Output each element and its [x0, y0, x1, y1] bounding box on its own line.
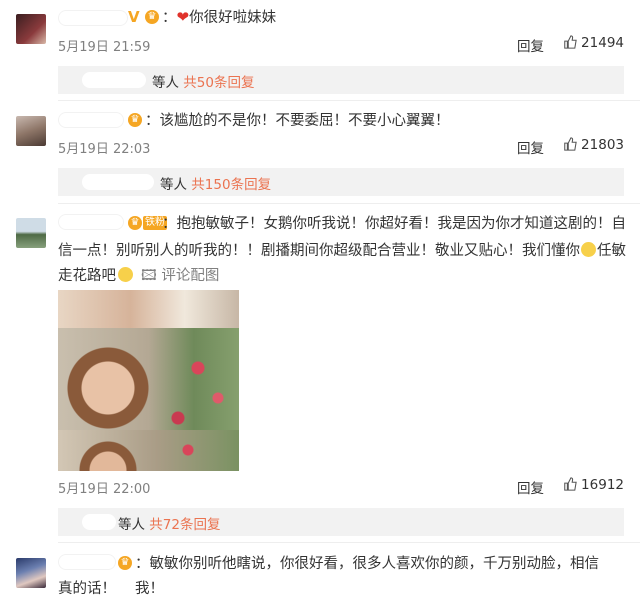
- sub-replies-summary: 等人 共50条回复: [152, 75, 255, 91]
- view-replies-link[interactable]: 共150条回复: [191, 177, 271, 193]
- username[interactable]: [58, 554, 116, 570]
- view-replies-link[interactable]: 共72条回复: [149, 517, 220, 533]
- comment-date: 5月19日 22:03: [58, 142, 151, 157]
- divider: [58, 100, 640, 101]
- verified-icon: V: [128, 8, 140, 26]
- photo-strip-bottom: [58, 430, 239, 471]
- username[interactable]: [58, 112, 124, 128]
- sub-replies-summary: 等人 共72条回复: [118, 517, 221, 533]
- avatar[interactable]: [16, 558, 46, 588]
- sub-reply-usernames: [82, 514, 116, 530]
- reply-button[interactable]: 回复: [517, 137, 544, 157]
- member-crown-icon: ♛: [145, 10, 159, 24]
- like-count: 21494: [581, 35, 624, 51]
- member-crown-icon: ♛: [128, 113, 142, 127]
- image-icon: 🖾: [141, 268, 157, 284]
- photo-strip-middle: [58, 328, 239, 430]
- heart-icon: ❤: [176, 8, 190, 26]
- like-button[interactable]: 21494: [563, 35, 624, 51]
- sub-replies-summary: 等人 共150条回复: [160, 177, 272, 193]
- avatar[interactable]: [16, 218, 46, 248]
- like-button[interactable]: 21803: [563, 137, 624, 153]
- reply-button[interactable]: 回复: [517, 35, 544, 55]
- sub-replies-bar[interactable]: 等人 共50条回复: [58, 66, 624, 94]
- sub-replies-bar[interactable]: 等人 共72条回复: [58, 508, 624, 536]
- comment-text-line2: 信一点！别听别人的听我的！！剧播期间你超级配合营业！敬业又贴心！我们懂你 任敏: [58, 242, 626, 259]
- username[interactable]: [58, 214, 124, 230]
- avatar[interactable]: [16, 14, 46, 44]
- comment-date: 5月19日 22:00: [58, 482, 151, 497]
- sub-replies-bar[interactable]: 等人 共150条回复: [58, 168, 624, 196]
- comment-text: ：抱抱敏敏子！女鹅你听我说！你超好看！我是因为你才知道这剧的！自: [162, 216, 626, 232]
- comment-image-link[interactable]: 🖾 评论配图: [141, 268, 219, 284]
- username[interactable]: [58, 10, 128, 26]
- divider: [58, 542, 640, 543]
- thumbs-up-icon: [564, 35, 577, 49]
- comment-text: ：该尴尬的不是你！不要委屈！不要小心翼翼！: [145, 113, 450, 129]
- reply-button[interactable]: 回复: [517, 477, 544, 497]
- like-count: 21803: [581, 137, 624, 153]
- sub-reply-usernames: [82, 174, 154, 190]
- like-button[interactable]: 16912: [563, 477, 624, 493]
- comment-photo[interactable]: [58, 290, 239, 471]
- like-count: 16912: [581, 477, 624, 493]
- avatar[interactable]: [16, 116, 46, 146]
- sub-reply-usernames: [82, 72, 146, 88]
- member-crown-icon: ♛: [128, 216, 142, 230]
- view-replies-link[interactable]: 共50条回复: [183, 75, 254, 91]
- member-crown-icon: ♛: [118, 556, 132, 570]
- comment-text: ：❤你很好啦妹妹: [162, 8, 277, 26]
- comment-text-line3: 走花路吧 🖾 评论配图: [58, 267, 220, 284]
- divider: [58, 203, 640, 204]
- comment-date: 5月19日 21:59: [58, 40, 151, 55]
- crying-emoji-icon: [118, 267, 133, 282]
- comment-text-line2: 真的话！: [58, 581, 116, 597]
- thumbs-up-icon: [564, 137, 577, 151]
- photo-strip-top: [58, 290, 239, 328]
- crying-emoji-icon: [581, 242, 596, 257]
- thumbs-up-icon: [564, 477, 577, 491]
